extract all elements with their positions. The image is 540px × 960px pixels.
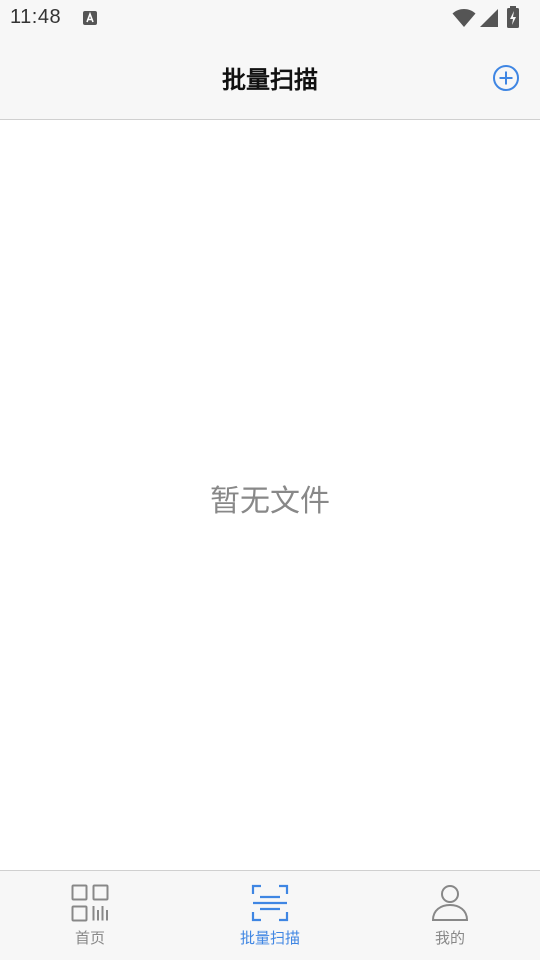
tab-home[interactable]: 首页 (0, 871, 180, 960)
cell-signal-icon (480, 9, 498, 27)
page-title: 批量扫描 (222, 66, 318, 94)
empty-state-message: 暂无文件 (210, 484, 330, 519)
tab-batch-scan[interactable]: 批量扫描 (180, 871, 360, 960)
plus-circle-icon (493, 65, 519, 91)
add-button[interactable] (490, 62, 522, 94)
tab-label: 我的 (434, 929, 465, 947)
battery-charging-icon (507, 6, 519, 28)
tab-label: 批量扫描 (239, 929, 300, 947)
scan-icon (251, 884, 289, 922)
status-bar: 11:48 (0, 0, 540, 36)
tab-profile[interactable]: 我的 (360, 871, 540, 960)
status-icons (452, 6, 532, 30)
status-time: 11:48 (10, 6, 62, 28)
app-notification-icon (83, 11, 97, 25)
app-bar: 批量扫描 (0, 36, 540, 120)
wifi-icon (452, 9, 476, 27)
user-icon (431, 885, 469, 921)
qr-code-icon (71, 884, 109, 922)
tab-label: 首页 (74, 929, 105, 947)
bottom-tab-bar: 首页 批量扫描 我的 (0, 870, 540, 960)
